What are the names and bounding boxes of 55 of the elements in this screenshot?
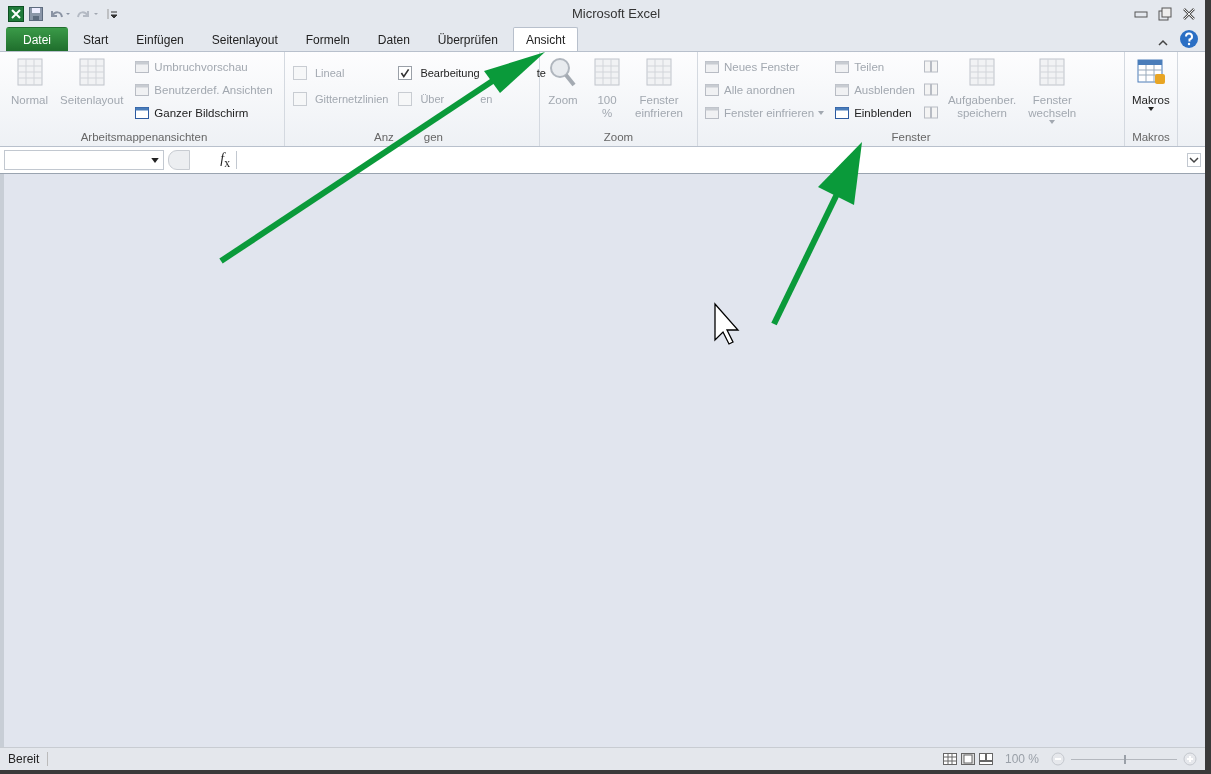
ribbon-button[interactable]: Einblenden [832, 102, 917, 123]
window-icon [704, 81, 720, 98]
zoom-level-text: 100 % [1004, 752, 1039, 766]
checkbox-label: Über [420, 93, 445, 105]
insert-function-button[interactable]: f$_{x}$ [194, 150, 237, 170]
ribbon-tab[interactable]: Start [70, 27, 122, 51]
ribbon-tab[interactable]: Ansicht [512, 27, 579, 51]
group-label: Zoom [603, 131, 634, 143]
ribbon-tab[interactable]: Daten [364, 27, 423, 51]
caret-icon [1147, 107, 1154, 111]
resize-handle[interactable] [168, 150, 190, 170]
zoom-out-icon[interactable] [1051, 752, 1065, 766]
checkbox-label: Gitternetzlinien [315, 93, 389, 105]
checkbox[interactable] [398, 66, 413, 80]
group-label: Anz [374, 131, 394, 143]
name-box[interactable] [4, 150, 164, 170]
window-icon [834, 104, 851, 121]
group-label: Fenster [891, 131, 931, 143]
window-title: Microsoft Excel [572, 6, 661, 21]
window-icon [134, 104, 151, 121]
ribbon-tab[interactable]: Seitenlayout [198, 27, 291, 51]
expand-icon[interactable] [1187, 153, 1201, 167]
cursor-icon [714, 302, 740, 345]
group-label: Arbeitsmappenansichten [80, 131, 208, 143]
checkbox-label: te [536, 67, 546, 79]
group-label: Makros [1132, 131, 1170, 143]
normal-view-icon[interactable] [942, 753, 957, 765]
window-icon [134, 58, 151, 75]
window-icon [704, 104, 720, 121]
ribbon-tab[interactable]: Überprüfen [424, 27, 511, 51]
window-icon [704, 58, 720, 75]
checkbox-label: en [480, 93, 493, 105]
caret-icon [818, 110, 825, 115]
excel-logo-icon[interactable] [8, 5, 24, 22]
save-icon[interactable] [28, 5, 44, 22]
ribbon-tab[interactable]: Formeln [292, 27, 363, 51]
group-label: gen [423, 131, 443, 143]
page-break-icon[interactable] [978, 753, 993, 765]
restore-icon[interactable] [1157, 5, 1173, 22]
caret-icon [1049, 120, 1056, 124]
ribbon-button[interactable]: Ganzer Bildschirm [132, 102, 275, 123]
status-text: Bereit [8, 752, 49, 766]
checkbox-label: Bearbeitung [420, 67, 480, 79]
close-icon[interactable] [1181, 5, 1197, 22]
ribbon-tab[interactable]: Einfügen [123, 27, 197, 51]
file-tab[interactable]: Datei [6, 27, 68, 51]
ribbon-button[interactable]: Makros [1129, 56, 1173, 128]
zoom-in-icon[interactable] [1183, 752, 1197, 766]
window-icon [834, 58, 851, 75]
window-icon [134, 81, 151, 98]
help-icon[interactable] [1179, 29, 1199, 49]
window-icon [834, 81, 851, 98]
checkbox-label: Lineal [315, 67, 345, 79]
page-layout-icon[interactable] [960, 753, 975, 765]
sheet-icon [591, 56, 623, 88]
